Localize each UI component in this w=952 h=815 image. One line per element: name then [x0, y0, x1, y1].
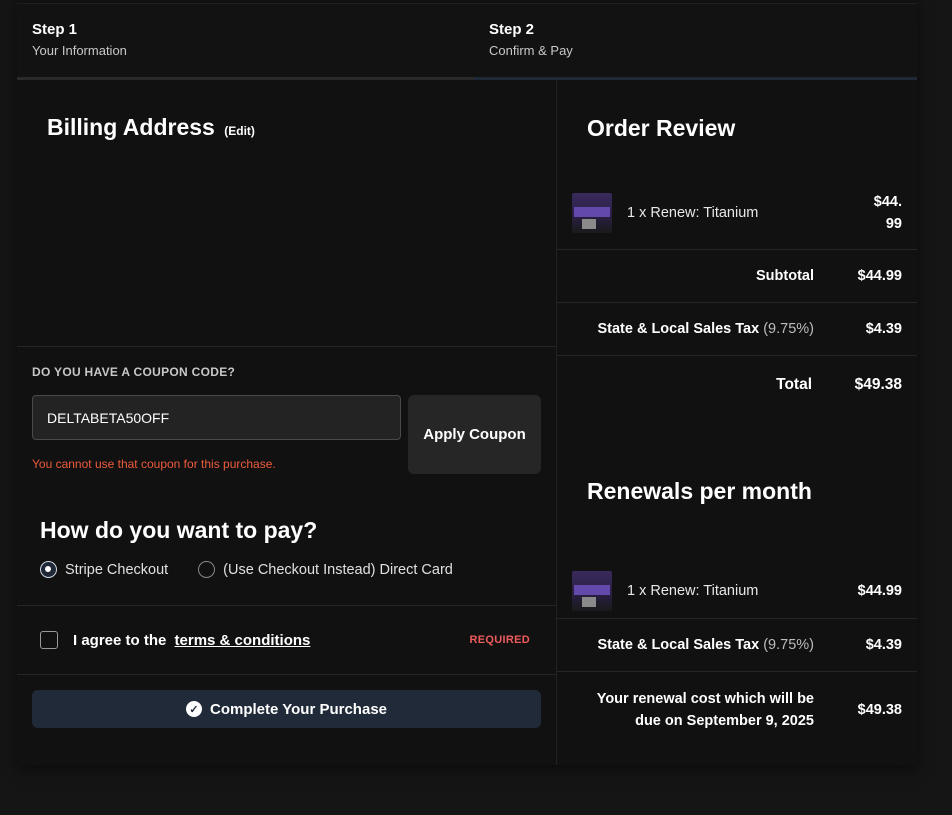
coupon-row: Apply Coupon You cannot use that coupon … — [32, 395, 542, 475]
coupon-input[interactable] — [32, 395, 401, 440]
step-1[interactable]: Step 1 Your Information — [17, 4, 474, 80]
renewals-header: Renewals per month — [557, 413, 917, 563]
renewal-total-label: Your renewal cost which will be due on S… — [597, 688, 814, 732]
renewal-total-value: $49.38 — [857, 702, 902, 718]
radio-direct-card[interactable] — [198, 561, 216, 578]
payment-options: Stripe Checkout (Use Checkout Instead) D… — [40, 561, 540, 578]
coupon-section: DO YOU HAVE A COUPON CODE? Apply Coupon … — [32, 365, 542, 475]
left-panel: Billing Address (Edit) DO YOU HAVE A COU… — [17, 80, 557, 765]
tax-value: $4.39 — [865, 321, 902, 337]
subtotal-label: Subtotal — [756, 268, 814, 284]
billing-section: Billing Address (Edit) — [17, 80, 556, 347]
checkout-card: Step 1 Your Information Step 2 Confirm &… — [17, 0, 917, 765]
titanium-renewal-thumbnail — [572, 570, 612, 611]
subtotal-row: Subtotal $44.99 — [557, 250, 917, 303]
payment-title: How do you want to pay? — [40, 517, 318, 543]
coupon-error: You cannot use that coupon for this purc… — [32, 457, 276, 471]
tax-row: State & Local Sales Tax (9.75%) $4.39 — [557, 303, 917, 356]
order-item-row: 1 x Renew: Titanium $44. 99 — [557, 176, 917, 250]
terms-checkbox[interactable] — [40, 631, 58, 649]
total-value: $49.38 — [854, 375, 902, 393]
order-item-name: 1 x Renew: Titanium — [627, 204, 759, 221]
renewal-item-price: $44.99 — [857, 582, 902, 599]
terms-prefix: I agree to the — [73, 631, 167, 649]
renewals-title: Renewals per month — [587, 478, 812, 504]
total-row: Total $49.38 — [557, 356, 917, 413]
order-review-header: Order Review — [557, 80, 917, 176]
payment-section: How do you want to pay? Stripe Checkout … — [40, 517, 540, 578]
billing-title-text: Billing Address — [47, 114, 215, 140]
payment-option-stripe[interactable]: Stripe Checkout — [40, 561, 168, 578]
terms-link[interactable]: terms & conditions — [175, 632, 311, 649]
step-2[interactable]: Step 2 Confirm & Pay — [474, 4, 917, 80]
titanium-product-thumbnail — [572, 192, 612, 233]
payment-option-stripe-label: Stripe Checkout — [65, 561, 169, 578]
billing-edit-link[interactable]: (Edit) — [224, 124, 255, 138]
order-item-price-line2: 99 — [885, 215, 902, 232]
complete-purchase-label: Complete Your Purchase — [210, 700, 387, 718]
renewal-total-label-line2: due on September 9, 2025 — [635, 713, 814, 729]
terms-row: I agree to the terms & conditions REQUIR… — [17, 605, 557, 675]
renewal-item-row: 1 x Renew: Titanium $44.99 — [557, 563, 917, 619]
renewal-item-name: 1 x Renew: Titanium — [627, 582, 759, 599]
step-1-title: Step 1 — [32, 21, 78, 38]
complete-purchase-button[interactable]: ✓ Complete Your Purchase — [32, 690, 541, 728]
order-item-price-line1: $44. — [873, 193, 902, 210]
tax-label-text: State & Local Sales Tax — [597, 321, 760, 337]
subtotal-value: $44.99 — [857, 268, 902, 284]
renewal-tax-percent: (9.75%) — [763, 637, 814, 653]
terms-required-badge: REQUIRED — [469, 634, 530, 646]
renewal-tax-label: State & Local Sales Tax (9.75%) — [597, 637, 814, 653]
renewal-total-label-line1: Your renewal cost which will be — [596, 691, 814, 707]
payment-option-direct-card-label: (Use Checkout Instead) Direct Card — [223, 561, 453, 578]
renewal-tax-label-text: State & Local Sales Tax — [597, 637, 760, 653]
apply-coupon-button[interactable]: Apply Coupon — [408, 395, 541, 474]
tax-percent: (9.75%) — [763, 321, 814, 337]
coupon-label: DO YOU HAVE A COUPON CODE? — [32, 365, 236, 379]
order-item-price: $44. 99 — [874, 191, 902, 235]
terms-text: I agree to the terms & conditions — [73, 632, 310, 649]
step-2-subtitle: Confirm & Pay — [489, 43, 573, 58]
radio-stripe[interactable] — [40, 561, 57, 578]
order-review-title: Order Review — [587, 115, 736, 141]
payment-option-direct-card[interactable]: (Use Checkout Instead) Direct Card — [198, 561, 453, 578]
renewal-tax-value: $4.39 — [865, 637, 902, 653]
renewal-total-row: Your renewal cost which will be due on S… — [557, 672, 917, 748]
total-label: Total — [776, 375, 812, 393]
checkout-steps: Step 1 Your Information Step 2 Confirm &… — [17, 3, 917, 80]
tax-label: State & Local Sales Tax (9.75%) — [597, 321, 814, 337]
check-circle-icon: ✓ — [186, 701, 202, 717]
step-1-subtitle: Your Information — [32, 43, 127, 58]
right-panel: Order Review 1 x Renew: Titanium $44. 99… — [557, 80, 917, 765]
step-2-title: Step 2 — [489, 21, 535, 38]
billing-title: Billing Address (Edit) — [47, 114, 526, 141]
renewal-tax-row: State & Local Sales Tax (9.75%) $4.39 — [557, 619, 917, 672]
